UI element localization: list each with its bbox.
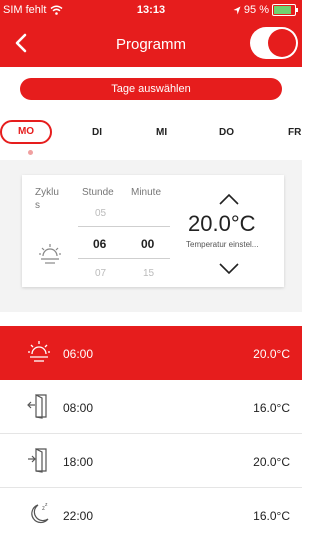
day-tab-do[interactable]: DO (219, 127, 234, 138)
day-tab-di[interactable]: DI (92, 127, 102, 138)
schedule-temp: 16.0°C (253, 509, 290, 523)
temperature-hint: Temperatur einstel... (186, 240, 259, 249)
toggle-knob (268, 29, 296, 57)
battery-icon (272, 4, 298, 16)
hour-header: Stunde (82, 187, 114, 198)
schedule-time: 18:00 (63, 455, 94, 469)
program-toggle[interactable] (250, 27, 298, 59)
schedule-temp: 20.0°C (253, 347, 290, 361)
schedule-time: 22:00 (63, 509, 94, 523)
schedule-temp: 20.0°C (253, 455, 290, 469)
schedule-temp: 16.0°C (253, 401, 290, 415)
minute-next-value: 15 (143, 268, 155, 279)
location-icon (233, 6, 241, 14)
picker-divider-top (78, 226, 170, 227)
battery-percent: 95 % (243, 4, 269, 16)
day-indicator-dot (28, 150, 33, 155)
minute-value[interactable]: 00 (141, 237, 154, 251)
day-tab-mi[interactable]: MI (156, 127, 167, 138)
cycle-label: Zyklu (35, 187, 59, 198)
temp-up-chevron-icon[interactable] (218, 192, 240, 206)
day-tab-mo[interactable]: MO (0, 120, 52, 144)
moon-sleep-icon: z z (31, 502, 49, 524)
cycle-label-wrap: s (35, 200, 40, 211)
status-right: 95 % (233, 4, 298, 16)
temp-down-chevron-icon[interactable] (218, 262, 240, 276)
schedule-row[interactable]: 08:00 16.0°C (0, 380, 302, 434)
schedule-row[interactable]: z z 22:00 16.0°C (0, 488, 302, 542)
temperature-value: 20.0°C (188, 211, 256, 236)
hour-prev-value: 05 (95, 208, 107, 219)
cycle-sunrise-icon[interactable] (38, 242, 62, 268)
hour-next-value: 07 (95, 268, 107, 279)
select-days-button[interactable]: Tage auswählen (20, 78, 282, 100)
door-enter-icon (28, 448, 47, 473)
picker-divider-bottom (78, 258, 170, 259)
schedule-row[interactable]: 06:00 20.0°C (0, 326, 302, 380)
schedule-time: 08:00 (63, 401, 94, 415)
schedule-time: 06:00 (63, 347, 94, 361)
status-bar: SIM fehlt 13:13 95 % (0, 0, 302, 22)
nav-bar: Programm (0, 22, 302, 67)
door-exit-icon (27, 394, 47, 419)
svg-text:z: z (45, 502, 48, 508)
schedule-row[interactable]: 18:00 20.0°C (0, 434, 302, 488)
minute-header: Minute (131, 187, 162, 198)
sunrise-icon (28, 341, 50, 362)
hour-value[interactable]: 06 (93, 237, 106, 251)
day-tab-fr[interactable]: FR (288, 127, 301, 138)
